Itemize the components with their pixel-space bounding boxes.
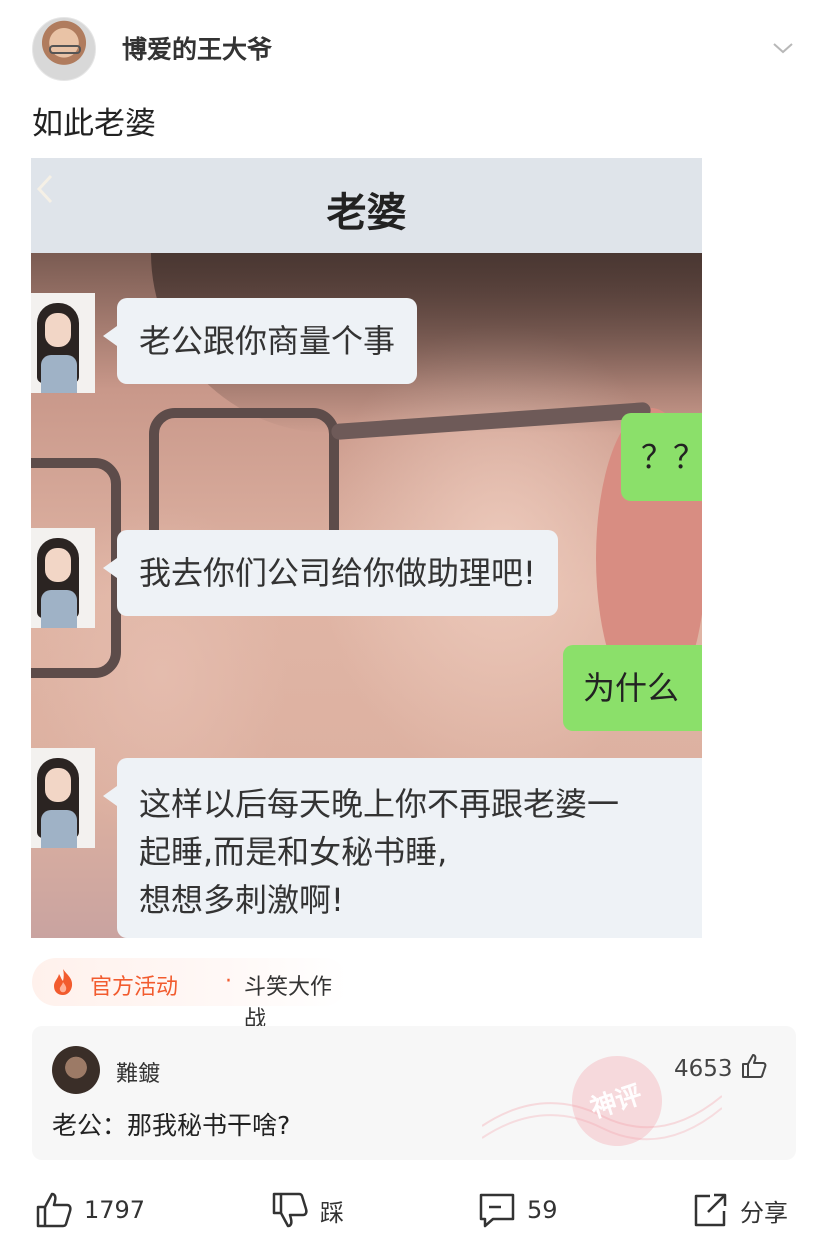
chat-bubble-right: 为什么 bbox=[563, 645, 702, 731]
post-image[interactable]: 老婆 老公跟你商量个事 ？？ 我去你们公司给你做助理吧! 为什么 这样以后每天晚… bbox=[31, 158, 702, 938]
chat-bubble-left: 老公跟你商量个事 bbox=[102, 298, 418, 384]
activity-name: 斗笑大作战 bbox=[244, 975, 333, 1032]
commenter-avatar[interactable] bbox=[52, 1046, 100, 1094]
comment-button[interactable]: 59 bbox=[477, 1188, 558, 1232]
post-text: 如此老婆 bbox=[32, 106, 156, 142]
comment-icon bbox=[479, 1193, 515, 1228]
comment-count: 59 bbox=[527, 1196, 558, 1224]
thumbs-up-icon bbox=[36, 1192, 72, 1228]
contact-avatar bbox=[31, 293, 95, 393]
chat-line: 想想多刺激啊! bbox=[139, 881, 344, 919]
dislike-button[interactable]: 踩 bbox=[270, 1188, 344, 1232]
thumbs-up-icon[interactable] bbox=[740, 1052, 768, 1080]
chat-line: 这样以后每天晚上你不再跟老婆一 bbox=[139, 785, 620, 823]
chevron-down-icon[interactable] bbox=[771, 36, 795, 60]
thumbs-down-icon bbox=[272, 1192, 308, 1228]
chat-line: 起睡,而是和女秘书睡, bbox=[139, 833, 448, 871]
post-header: 博爱的王大爷 bbox=[0, 0, 828, 92]
stamp-text: 神评 bbox=[586, 1079, 646, 1125]
activity-badge[interactable]: 官方活动 · 斗笑大作战 bbox=[32, 958, 348, 1032]
share-label: 分享 bbox=[740, 1198, 788, 1227]
author-name[interactable]: 博爱的王大爷 bbox=[122, 30, 272, 66]
avatar-glasses bbox=[49, 45, 81, 54]
author-avatar[interactable] bbox=[32, 17, 96, 81]
hot-comment[interactable]: 神评 難鍍 4653 老公：那我秘书干啥? bbox=[32, 1026, 796, 1160]
comment-like-count: 4653 bbox=[674, 1056, 733, 1082]
activity-label: 官方活动 bbox=[90, 975, 179, 1000]
share-button[interactable]: 分享 bbox=[690, 1188, 788, 1232]
chat-bubble-right: ？？ bbox=[621, 413, 702, 501]
contact-avatar bbox=[31, 748, 95, 848]
like-button[interactable]: 1797 bbox=[34, 1188, 145, 1232]
dislike-label: 踩 bbox=[320, 1198, 344, 1227]
action-bar: 1797 踩 59 分享 bbox=[0, 1180, 828, 1241]
commenter-name[interactable]: 難鍍 bbox=[116, 1056, 160, 1088]
chat-bubble-left: 我去你们公司给你做助理吧! bbox=[103, 530, 558, 616]
chat-title: 老婆 bbox=[326, 190, 407, 236]
like-count: 1797 bbox=[84, 1196, 146, 1224]
chat-bubble-left-multiline: 这样以后每天晚上你不再跟老婆一 起睡,而是和女秘书睡, 想想多刺激啊! bbox=[103, 758, 702, 938]
activity-separator: · bbox=[225, 969, 232, 994]
contact-avatar bbox=[31, 528, 95, 628]
share-icon bbox=[694, 1193, 727, 1227]
comment-text: 老公：那我秘书干啥? bbox=[52, 1111, 291, 1140]
chat-topbar: 老婆 bbox=[31, 158, 702, 253]
fire-icon bbox=[54, 969, 73, 995]
